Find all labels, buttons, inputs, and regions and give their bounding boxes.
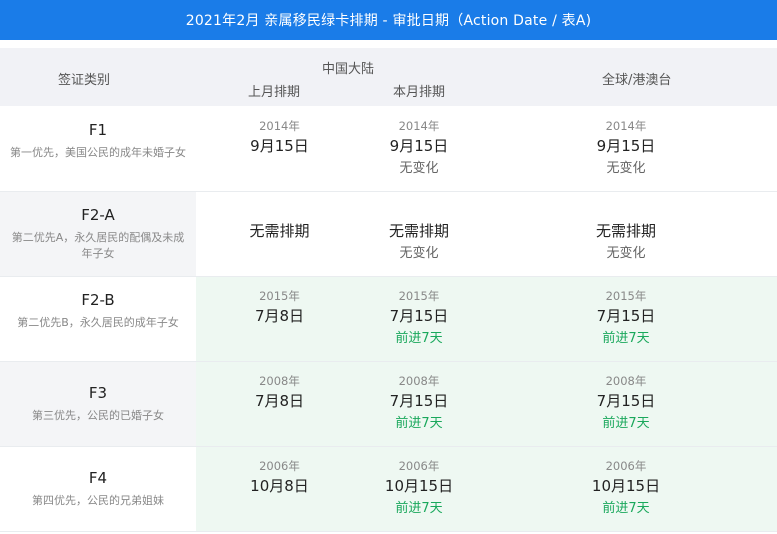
year-text: 2006年: [398, 459, 440, 473]
this-month-cell: 无需排期 无变化: [363, 192, 475, 276]
change-status: 前进7天: [602, 416, 650, 431]
row-divider: [0, 531, 777, 532]
header-this-month: 本月排期: [393, 85, 446, 100]
table-row: F4 第四优先，公民的兄弟姐妹 2006年 10月8日 2006年 10月15日…: [0, 447, 777, 531]
row-divider: [0, 191, 777, 192]
category-description: 第二优先B，永久居民的成年子女: [17, 316, 179, 329]
header-china-mainland: 中国大陆: [322, 62, 375, 77]
last-month-cell: 2006年 10月8日: [196, 447, 363, 531]
year-text: 2008年: [259, 374, 300, 388]
date-text: 10月15日: [591, 477, 661, 495]
year-text: 2014年: [605, 119, 647, 133]
category-description: 第三优先，公民的已婚子女: [32, 409, 164, 422]
category-description: 第一优先，美国公民的成年未婚子女: [10, 146, 186, 159]
visa-bulletin-page: 2021年2月 亲属移民绿卡排期 - 审批日期（Action Date / 表A…: [0, 0, 777, 534]
last-month-cell: 2008年 7月8日: [196, 362, 363, 446]
last-month-cell: 2015年 7月8日: [196, 277, 363, 361]
change-status: 前进7天: [395, 501, 443, 516]
change-status: 前进7天: [602, 501, 650, 516]
row-divider: [0, 276, 777, 277]
year-text: 2014年: [398, 119, 440, 133]
header-last-month: 上月排期: [248, 85, 301, 100]
this-month-cell: 2006年 10月15日 前进7天: [363, 447, 475, 531]
year-text: 2015年: [398, 289, 440, 303]
table-row: F3 第三优先，公民的已婚子女 2008年 7月8日 2008年 7月15日 前…: [0, 362, 777, 446]
date-text: 7月15日: [389, 307, 449, 325]
date-text: 7月15日: [596, 307, 656, 325]
change-status: 无变化: [399, 246, 439, 261]
change-status: 前进7天: [602, 331, 650, 346]
change-status: 前进7天: [395, 416, 443, 431]
change-status: 前进7天: [395, 331, 443, 346]
change-status: 无变化: [399, 161, 439, 176]
row-divider: [0, 446, 777, 447]
date-text: 9月15日: [596, 137, 656, 155]
date-text: 9月15日: [250, 137, 309, 155]
date-text: 9月15日: [389, 137, 449, 155]
category-cell: F2-B 第二优先B，永久居民的成年子女: [0, 277, 196, 361]
this-month-cell: 2008年 7月15日 前进7天: [363, 362, 475, 446]
table-header: 签证类别 中国大陆 上月排期 本月排期 全球/港澳台: [0, 48, 777, 106]
global-cell: 2014年 9月15日 无变化: [475, 107, 777, 191]
category-code: F1: [88, 121, 108, 139]
global-cell: 2015年 7月15日 前进7天: [475, 277, 777, 361]
date-text: 7月15日: [596, 392, 656, 410]
global-cell: 2006年 10月15日 前进7天: [475, 447, 777, 531]
year-text: 2015年: [259, 289, 300, 303]
category-description: 第二优先A，永久居民的配偶及未成年子女: [11, 231, 185, 260]
this-month-cell: 2014年 9月15日 无变化: [363, 107, 475, 191]
year-text: 2008年: [398, 374, 440, 388]
table-row: F2-B 第二优先B，永久居民的成年子女 2015年 7月8日 2015年 7月…: [0, 277, 777, 361]
year-text: 2014年: [259, 119, 300, 133]
row-divider: [0, 361, 777, 362]
category-code: F2-A: [81, 206, 115, 224]
table-row: F1 第一优先，美国公民的成年未婚子女 2014年 9月15日 2014年 9月…: [0, 107, 777, 191]
category-cell: F2-A 第二优先A，永久居民的配偶及未成年子女: [0, 192, 196, 276]
year-text: 2015年: [605, 289, 647, 303]
category-code: F3: [88, 384, 108, 402]
date-text: 10月8日: [250, 477, 309, 495]
category-cell: F1 第一优先，美国公民的成年未婚子女: [0, 107, 196, 191]
category-code: F4: [88, 469, 108, 487]
year-text: 2008年: [605, 374, 647, 388]
category-code: F2-B: [81, 291, 115, 309]
global-cell: 2008年 7月15日 前进7天: [475, 362, 777, 446]
category-cell: F3 第三优先，公民的已婚子女: [0, 362, 196, 446]
date-text: 无需排期: [595, 222, 656, 240]
date-text: 10月15日: [384, 477, 454, 495]
category-description: 第四优先，公民的兄弟姐妹: [32, 494, 164, 507]
last-month-cell: 2014年 9月15日: [196, 107, 363, 191]
date-text: 7月8日: [254, 307, 305, 325]
page-title: 2021年2月 亲属移民绿卡排期 - 审批日期（Action Date / 表A…: [0, 0, 777, 40]
year-text: 2006年: [259, 459, 300, 473]
category-cell: F4 第四优先，公民的兄弟姐妹: [0, 447, 196, 531]
header-global: 全球/港澳台: [602, 73, 672, 88]
date-text: 无需排期: [388, 222, 449, 240]
year-text: 2006年: [605, 459, 647, 473]
change-status: 无变化: [606, 161, 646, 176]
global-cell: 无需排期 无变化: [475, 192, 777, 276]
header-category: 签证类别: [58, 73, 111, 88]
date-text: 7月8日: [254, 392, 305, 410]
date-text: 无需排期: [249, 222, 310, 240]
change-status: 无变化: [606, 246, 646, 261]
table-row: F2-A 第二优先A，永久居民的配偶及未成年子女 无需排期 无需排期 无变化 无…: [0, 192, 777, 276]
this-month-cell: 2015年 7月15日 前进7天: [363, 277, 475, 361]
last-month-cell: 无需排期: [196, 192, 363, 276]
date-text: 7月15日: [389, 392, 449, 410]
